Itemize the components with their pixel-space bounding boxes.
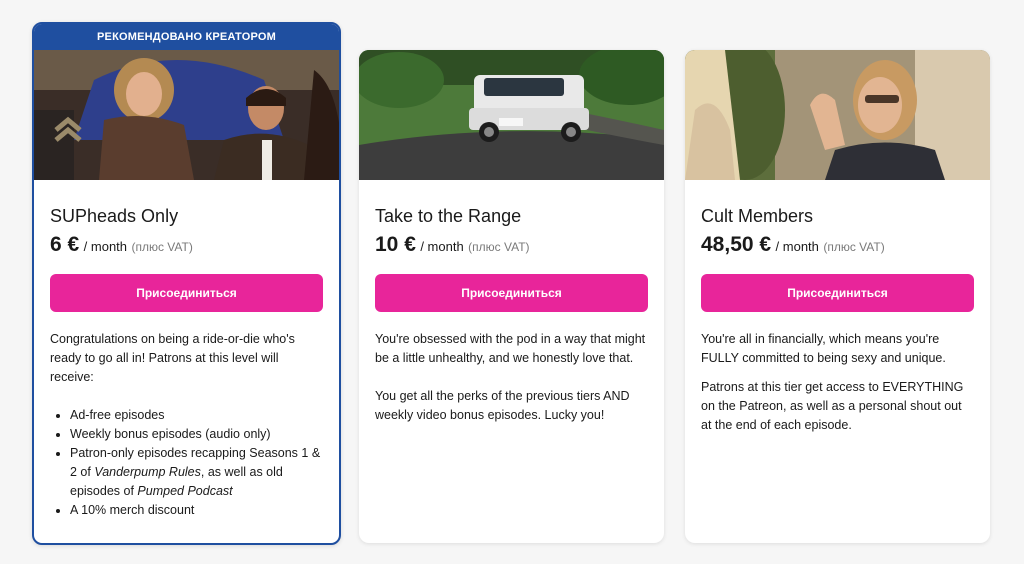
tier-title: Cult Members	[701, 206, 814, 226]
tier-image	[34, 50, 339, 180]
perk-text: Weekly bonus episodes (audio only)	[70, 427, 271, 441]
tier-description: You're all in financially, which means y…	[701, 330, 974, 435]
join-button[interactable]: Присоединиться	[50, 274, 323, 312]
perk-item: Ad-free episodes	[70, 406, 323, 425]
tier-title: Take to the Range	[375, 206, 522, 226]
perk-item: A 10% merch discount	[70, 501, 323, 520]
tier-vat-note: (плюс VAT)	[131, 240, 193, 254]
tier-price: 6 €	[50, 233, 80, 256]
tier-image	[359, 50, 664, 180]
tier-description: Congratulations on being a ride-or-die w…	[50, 330, 323, 520]
tier-image-art	[34, 50, 339, 180]
tier-card-supheads-only: РЕКОМЕНДОВАНО КРЕАТОРОМ SUPheads Only 6 …	[32, 22, 341, 545]
membership-tiers: РЕКОМЕНДОВАНО КРЕАТОРОМ SUPheads Only 6 …	[0, 0, 1024, 564]
perk-item: Weekly bonus episodes (audio only)	[70, 425, 323, 444]
tier-card-take-to-the-range: Take to the Range 10 € / month (плюс VAT…	[359, 50, 664, 543]
join-button[interactable]: Присоединиться	[701, 274, 974, 312]
tier-price-line: 48,50 € / month (плюс VAT)	[701, 233, 974, 257]
tier-price: 48,50 €	[701, 233, 772, 256]
tier-description: You're obsessed with the pod in a way th…	[375, 330, 648, 425]
tier-title: SUPheads Only	[50, 206, 179, 226]
perk-text: A 10% merch discount	[70, 503, 195, 517]
tier-card-cult-members: Cult Members 48,50 € / month (плюс VAT) …	[685, 50, 990, 543]
tier-vat-note: (плюс VAT)	[823, 240, 885, 254]
tier-price-line: 10 € / month (плюс VAT)	[375, 233, 648, 257]
tier-image-art	[685, 50, 990, 180]
tier-period: / month	[83, 239, 128, 254]
perk-show-title: Pumped Podcast	[137, 484, 233, 498]
perk-item: Patron-only episodes recapping Seasons 1…	[70, 444, 323, 501]
tier-period: / month	[775, 239, 819, 254]
tier-paragraph: Patrons at this tier get access to EVERY…	[701, 380, 964, 432]
tier-image	[685, 50, 990, 180]
perk-show-title: Vanderpump Rules	[94, 465, 201, 479]
recommended-banner: РЕКОМЕНДОВАНО КРЕАТОРОМ	[34, 24, 339, 50]
tier-period: / month	[420, 239, 464, 254]
perk-text: Ad-free episodes	[70, 408, 165, 422]
join-button[interactable]: Присоединиться	[375, 274, 648, 312]
tier-image-art	[359, 50, 664, 180]
tier-paragraph: You get all the perks of the previous ti…	[375, 389, 630, 422]
tier-paragraph: You're all in financially, which means y…	[701, 332, 946, 365]
tier-vat-note: (плюс VAT)	[468, 240, 530, 254]
tier-price: 10 €	[375, 233, 416, 256]
perk-list: Ad-free episodes Weekly bonus episodes (…	[50, 406, 323, 520]
tier-intro: Congratulations on being a ride-or-die w…	[50, 332, 295, 384]
tier-paragraph: You're obsessed with the pod in a way th…	[375, 332, 646, 365]
tier-price-line: 6 € / month (плюс VAT)	[50, 233, 323, 257]
